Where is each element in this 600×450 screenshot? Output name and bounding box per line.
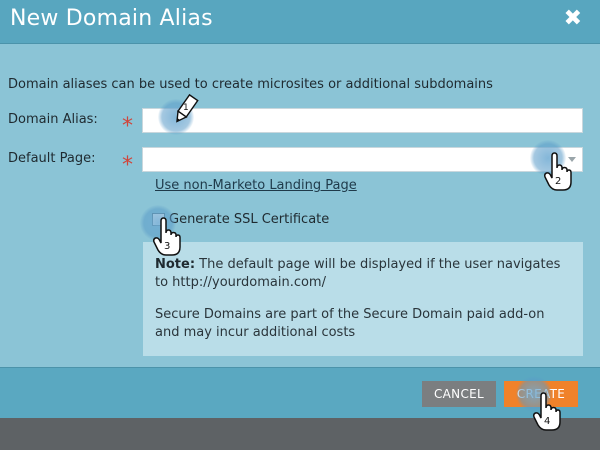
domain-alias-input[interactable] xyxy=(142,108,583,133)
default-page-label: Default Page: xyxy=(8,151,96,166)
dialog-titlebar: New Domain Alias ✖ xyxy=(0,0,600,44)
note-text-1: The default page will be displayed if th… xyxy=(155,257,561,290)
note-title: Note: xyxy=(155,257,196,272)
ssl-checkbox-label[interactable]: Generate SSL Certificate xyxy=(169,212,329,227)
step-1-number: 1 xyxy=(183,103,189,113)
dialog-title: New Domain Alias xyxy=(10,6,213,31)
non-marketo-landing-page-link[interactable]: Use non-Marketo Landing Page xyxy=(155,178,357,193)
dialog-description: Domain aliases can be used to create mic… xyxy=(8,77,493,92)
step-4-number: 4 xyxy=(544,416,550,427)
hand-cursor-icon: 4 xyxy=(532,392,561,431)
default-page-select[interactable] xyxy=(142,147,583,172)
step-3-number: 3 xyxy=(164,241,170,252)
background-panel xyxy=(0,418,600,450)
note-text-2: Secure Domains are part of the Secure Do… xyxy=(155,307,545,340)
close-icon[interactable]: ✖ xyxy=(564,6,582,31)
domain-alias-label: Domain Alias: xyxy=(8,112,98,127)
hand-cursor-icon: 3 xyxy=(152,217,181,256)
default-page-required-mark: * xyxy=(122,153,133,178)
domain-alias-required-mark: * xyxy=(122,114,133,139)
note-paragraph-1: Note: The default page will be displayed… xyxy=(155,256,571,292)
note-box: Note: The default page will be displayed… xyxy=(143,242,583,356)
pencil-icon: 1 xyxy=(176,93,199,123)
dialog-footer: CANCEL CREATE xyxy=(0,367,600,418)
hand-cursor-icon: 2 xyxy=(543,152,572,191)
new-domain-alias-dialog: New Domain Alias ✖ Domain aliases can be… xyxy=(0,0,600,418)
cancel-button[interactable]: CANCEL xyxy=(422,381,496,407)
step-2-number: 2 xyxy=(555,176,561,187)
